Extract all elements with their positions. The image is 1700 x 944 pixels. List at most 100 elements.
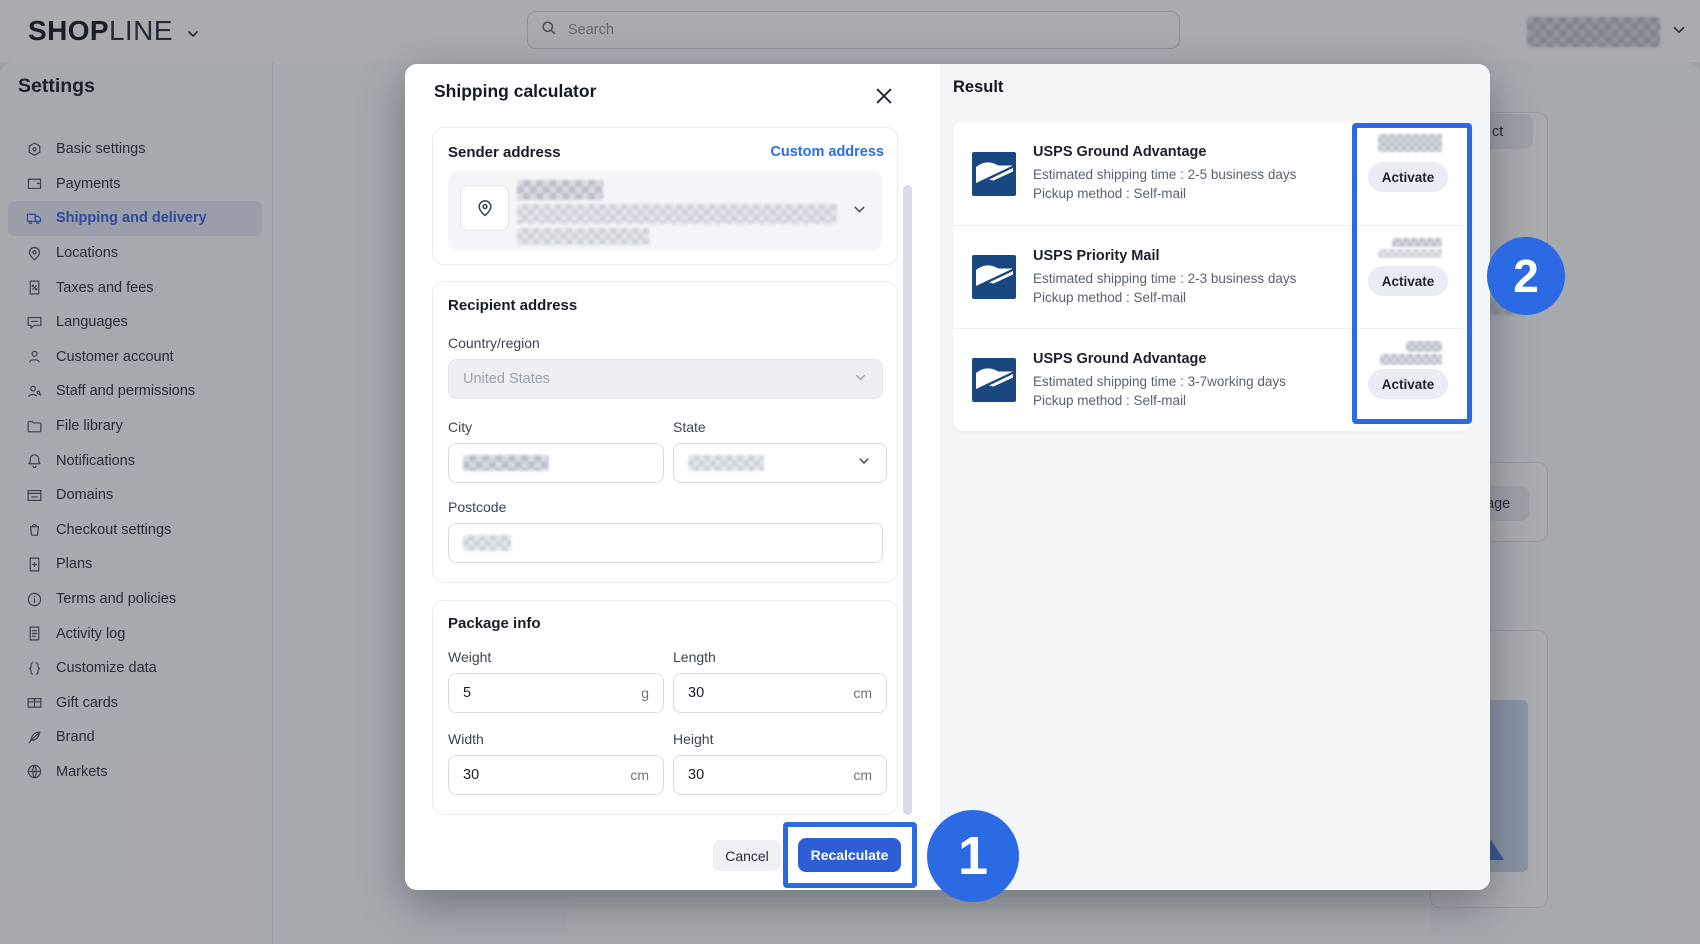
sidebar-item-checkout-settings[interactable]: Checkout settings <box>8 513 262 548</box>
package-info-heading: Package info <box>448 615 541 632</box>
sidebar-item-locations[interactable]: Locations <box>8 236 262 271</box>
browser-window-icon <box>27 489 42 501</box>
feather-icon <box>28 731 41 744</box>
sidebar-item-notifications[interactable]: Notifications <box>8 443 262 478</box>
sender-address-redacted-line <box>517 204 837 224</box>
person-icon <box>29 351 40 363</box>
tax-document-icon <box>29 280 40 295</box>
annotation-box-recalculate <box>783 822 917 888</box>
sidebar-item-customer-account[interactable]: Customer account <box>8 340 262 375</box>
length-input[interactable]: cm <box>673 673 887 713</box>
annotation-step-1: 1 <box>927 810 1019 902</box>
chevron-down-icon <box>856 453 872 473</box>
package-info-section: Package info Weight g Length cm Width cm… <box>432 600 898 815</box>
shopping-bag-icon <box>30 524 39 537</box>
sidebar-item-activity-log[interactable]: Activity log <box>8 616 262 651</box>
sidebar-item-file-library[interactable]: File library <box>8 409 262 444</box>
sidebar-item-domains[interactable]: Domains <box>8 478 262 513</box>
sidebar-item-staff-and-permissions[interactable]: Staff and permissions <box>8 374 262 409</box>
weight-input[interactable]: g <box>448 673 664 713</box>
form-scrollbar <box>903 122 913 874</box>
logo-text-primary: SHOP <box>28 15 109 46</box>
code-braces-icon <box>28 661 41 675</box>
chevron-down-icon <box>853 370 868 389</box>
shipping-option-name: USPS Ground Advantage <box>1033 350 1207 367</box>
account-menu[interactable] <box>1527 17 1688 47</box>
width-input[interactable]: cm <box>448 755 664 795</box>
weight-value[interactable] <box>463 685 594 701</box>
search-input[interactable] <box>566 21 1167 39</box>
postcode-input[interactable] <box>448 523 883 563</box>
sidebar-item-plans[interactable]: Plans <box>8 547 262 582</box>
bell-icon <box>28 454 41 469</box>
city-value-redacted <box>463 455 549 471</box>
shipping-option-eta: Estimated shipping time : 2-5 business d… <box>1033 167 1297 182</box>
account-name-redacted <box>1527 17 1660 47</box>
sender-address-heading: Sender address <box>448 144 561 161</box>
custom-address-link[interactable]: Custom address <box>770 144 884 160</box>
info-circle-icon <box>27 592 42 606</box>
plan-document-icon <box>29 557 40 572</box>
city-label: City <box>448 419 473 435</box>
shipping-option-name: USPS Priority Mail <box>1033 247 1160 264</box>
height-unit: cm <box>853 767 872 783</box>
global-search <box>527 11 1180 49</box>
sidebar-item-terms-and-policies[interactable]: Terms and policies <box>8 582 262 617</box>
shipping-option-eta: Estimated shipping time : 3-7working day… <box>1033 373 1286 389</box>
chevron-down-icon <box>851 201 868 223</box>
folder-icon <box>27 420 42 432</box>
hexagon-settings-icon <box>28 142 41 156</box>
wallet-icon <box>27 179 42 190</box>
sender-address-section: Sender address Custom address <box>432 127 898 265</box>
state-label: State <box>673 419 706 435</box>
length-value[interactable] <box>688 685 817 701</box>
height-value[interactable] <box>688 767 817 783</box>
postcode-label: Postcode <box>448 499 507 515</box>
truck-icon <box>26 213 42 225</box>
gift-card-icon <box>27 698 42 709</box>
length-unit: cm <box>853 685 872 701</box>
state-value-redacted <box>688 455 764 471</box>
height-input[interactable]: cm <box>673 755 887 795</box>
weight-label: Weight <box>448 649 492 665</box>
sidebar-item-basic-settings[interactable]: Basic settings <box>8 132 262 167</box>
annotation-box-activate-column <box>1352 123 1472 424</box>
scrollbar-thumb[interactable] <box>903 185 912 815</box>
app-root: SHOPLINE Settings Basic settings <box>0 0 1700 944</box>
map-pin-icon <box>28 246 41 261</box>
shopline-logo-dropdown[interactable]: SHOP LINE <box>28 13 201 49</box>
sender-address-selector[interactable] <box>448 171 882 251</box>
cancel-button[interactable]: Cancel <box>713 840 781 871</box>
width-label: Width <box>448 731 484 747</box>
shipping-option-pickup: Pickup method : Self-mail <box>1033 186 1187 201</box>
close-icon[interactable] <box>871 83 897 109</box>
shipping-option-eta: Estimated shipping time : 2-3 business d… <box>1033 270 1297 286</box>
globe-icon <box>27 765 42 779</box>
sidebar-item-customize-data[interactable]: Customize data <box>8 651 262 686</box>
country-label: Country/region <box>448 335 540 351</box>
top-bar: SHOP LINE <box>0 0 1700 62</box>
person-key-icon <box>28 385 42 398</box>
sidebar-item-gift-cards[interactable]: Gift cards <box>8 686 262 721</box>
sidebar-item-brand[interactable]: Brand <box>8 720 262 755</box>
state-select[interactable] <box>673 443 887 483</box>
sidebar-item-languages[interactable]: Languages <box>8 305 262 340</box>
sidebar-item-taxes-and-fees[interactable]: Taxes and fees <box>8 270 262 305</box>
sender-address-redacted-line <box>517 180 603 200</box>
usps-logo-icon <box>972 151 1016 196</box>
usps-logo-icon <box>972 358 1016 402</box>
country-select[interactable]: United States <box>448 359 883 399</box>
city-input[interactable] <box>448 443 664 483</box>
width-value[interactable] <box>463 767 594 783</box>
chevron-down-icon <box>1670 21 1688 44</box>
recipient-address-heading: Recipient address <box>448 297 578 314</box>
sidebar-item-payments[interactable]: Payments <box>8 167 262 202</box>
sidebar-item-shipping-and-delivery[interactable]: Shipping and delivery <box>8 201 262 236</box>
annotation-step-2: 2 <box>1487 237 1565 315</box>
log-document-icon <box>29 626 40 641</box>
calculator-form: Shipping calculator Sender address Custo… <box>405 64 940 890</box>
modal-title: Shipping calculator <box>434 81 597 101</box>
postcode-value-redacted <box>463 535 511 551</box>
settings-sidebar: Basic settings Payments Shipping and del… <box>0 62 273 944</box>
sidebar-item-markets[interactable]: Markets <box>8 755 262 790</box>
